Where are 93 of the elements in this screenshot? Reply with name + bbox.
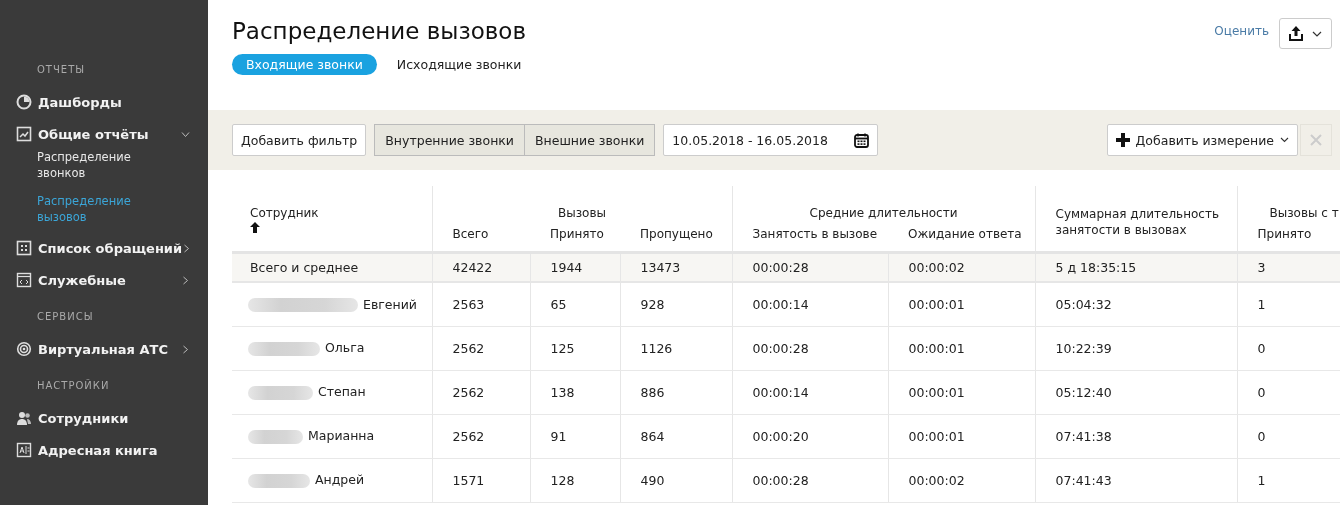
table-cell: 886	[640, 384, 665, 400]
table-cell: 1	[1257, 296, 1266, 312]
sidebar-item[interactable]: Общие отчёты	[16, 123, 208, 145]
table-cell: 0	[1257, 428, 1266, 444]
table-cell: 125	[550, 340, 575, 356]
table-cell: 10:22:39	[1055, 340, 1112, 356]
export-button[interactable]	[1279, 18, 1332, 49]
table-cell: 13473	[640, 259, 681, 275]
table-cell: 00:00:28	[752, 340, 809, 356]
table-cell: 864	[640, 428, 665, 444]
column-group-header: Средние длительности	[809, 206, 958, 220]
table-cell: 05:12:40	[1055, 384, 1112, 400]
tab[interactable]: Исходящие звонки	[382, 54, 536, 75]
table-cell: 2562	[452, 340, 485, 356]
column-header[interactable]: Всего	[452, 226, 489, 241]
table-cell: 128	[550, 472, 575, 488]
section-heading: ОТЧЕТЫ	[36, 63, 87, 77]
pie-chart-icon	[16, 94, 32, 110]
table-cell: 1571	[452, 472, 485, 488]
table-cell: 1944	[550, 259, 583, 275]
people-icon	[16, 410, 32, 426]
page-title: Распределение вызовов	[232, 18, 527, 44]
table-cell: 00:00:14	[752, 296, 809, 312]
column-header[interactable]: Суммарная длительность занятости в вызовах	[1055, 206, 1237, 238]
sidebar-item[interactable]: Адресная книга	[16, 439, 208, 461]
sidebar-item[interactable]: Сотрудники	[16, 407, 208, 429]
caret-icon	[1312, 30, 1322, 37]
sidebar-item[interactable]: Список обращений	[16, 237, 208, 259]
table-cell: 1	[1257, 472, 1266, 488]
caret-icon	[1280, 137, 1289, 143]
column-header[interactable]: Принято	[1257, 226, 1312, 241]
close-icon	[1310, 134, 1322, 146]
table-cell: 00:00:28	[752, 259, 809, 275]
employee-name[interactable]: Евгений	[363, 296, 417, 312]
table-cell: 1126	[640, 340, 673, 356]
table-cell: 2563	[452, 296, 485, 312]
table-cell: 65	[550, 296, 567, 312]
table-cell: 00:00:01	[908, 340, 965, 356]
sidebar-item[interactable]: Служебные	[16, 269, 208, 291]
upload-icon	[1289, 26, 1303, 41]
table-cell: 05:04:32	[1055, 296, 1112, 312]
employee-name[interactable]: Ольга	[325, 340, 365, 356]
address-book-icon	[16, 442, 32, 458]
table-cell: 2562	[452, 428, 485, 444]
employee-name[interactable]: Андрей	[315, 472, 365, 488]
table-cell: 00:00:20	[752, 428, 809, 444]
table-cell: 3	[1257, 259, 1266, 275]
calendar-icon	[854, 132, 870, 148]
table-cell: 0	[1257, 384, 1266, 400]
table-cell: 00:00:01	[908, 428, 965, 444]
table-cell: 490	[640, 472, 665, 488]
column-header[interactable]: Пропущено	[640, 226, 713, 241]
employee-name[interactable]: Марианна	[308, 428, 375, 444]
table-cell: Всего и среднее	[250, 259, 359, 275]
sidebar-subitem[interactable]: Распределение вызовов	[16, 193, 146, 225]
table-cell: 00:00:14	[752, 384, 809, 400]
sidebar-subitem[interactable]: Распределение звонков	[16, 149, 146, 181]
section-heading: НАСТРОЙКИ	[36, 378, 111, 393]
column-header[interactable]: Занятость в вызове	[752, 226, 878, 241]
segment-button[interactable]: Внешние звонки	[525, 124, 656, 156]
sidebar-item[interactable]: Дашборды	[16, 91, 208, 113]
column-header[interactable]: Сотрудник	[250, 206, 319, 220]
date-range-field[interactable]: 10.05.2018 - 16.05.2018	[663, 124, 879, 156]
table-cell: 2562	[452, 384, 485, 400]
table-cell: 07:41:43	[1055, 472, 1112, 488]
column-header[interactable]: Принято	[550, 226, 604, 241]
column-group-header: Вызовы с т	[1269, 206, 1339, 220]
table-cell: 0	[1257, 340, 1266, 356]
add-dimension-button[interactable]: Добавить измерение	[1106, 124, 1298, 156]
table-cell: 00:00:02	[908, 259, 965, 275]
table-cell: 5 д 18:35:15	[1055, 259, 1137, 275]
add-filter-button[interactable]: Добавить фильтр	[232, 124, 367, 156]
table-cell: 00:00:28	[752, 472, 809, 488]
section-heading: СЕРВИСЫ	[36, 310, 95, 324]
signal-icon	[16, 341, 32, 357]
table-cell: 138	[550, 384, 575, 400]
column-group-header: Вызовы	[558, 206, 606, 220]
chart-icon	[16, 126, 32, 142]
rate-link[interactable]: Оценить	[1214, 24, 1269, 38]
code-window-icon	[16, 272, 32, 288]
table-cell: 00:00:01	[908, 384, 965, 400]
sidebar-item[interactable]: Виртуальная АТС	[16, 338, 208, 360]
table-cell: 91	[550, 428, 567, 444]
grid-icon	[16, 240, 32, 256]
employee-name[interactable]: Степан	[318, 384, 366, 400]
table-cell: 928	[640, 296, 665, 312]
table-cell: 00:00:01	[908, 296, 965, 312]
plus-icon	[1115, 133, 1130, 147]
table-cell: 07:41:38	[1055, 428, 1112, 444]
table-cell: 00:00:02	[908, 472, 965, 488]
segment-button[interactable]: Внутренние звонки	[374, 124, 525, 156]
column-header[interactable]: Ожидание ответа	[908, 226, 1022, 241]
table-cell: 42422	[452, 259, 493, 275]
